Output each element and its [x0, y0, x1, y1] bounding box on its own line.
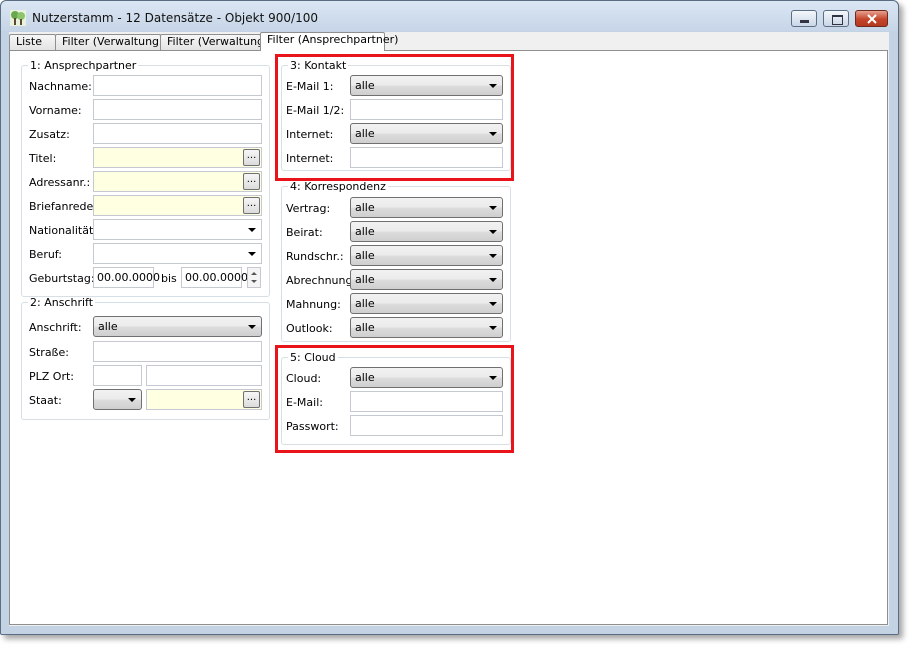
- abrechnung-label: Abrechnung:: [286, 274, 357, 287]
- ort-input[interactable]: [146, 365, 262, 386]
- chevron-down-icon: [248, 228, 256, 232]
- titel-label: Titel:: [29, 152, 57, 165]
- beruf-select[interactable]: [93, 243, 262, 264]
- adressanr-input[interactable]: [93, 171, 262, 192]
- mahnung-select[interactable]: alle: [350, 293, 503, 314]
- spin-down-icon: [251, 280, 257, 283]
- vertrag-label: Vertrag:: [286, 202, 331, 215]
- chevron-down-icon: [489, 254, 497, 258]
- anschrift-value: alle: [98, 320, 118, 333]
- group-ansprechpartner-legend: 1: Ansprechpartner: [30, 59, 137, 72]
- chevron-down-icon: [248, 252, 256, 256]
- rundschr-value: alle: [355, 249, 375, 262]
- mahnung-label: Mahnung:: [286, 298, 341, 311]
- rundschr-label: Rundschr.:: [286, 250, 344, 263]
- outlook-label: Outlook:: [286, 322, 333, 335]
- beruf-label: Beruf:: [29, 248, 62, 261]
- tab-liste[interactable]: Liste: [9, 34, 56, 50]
- tab-filter-verwaltung-1[interactable]: Filter (Verwaltung 1): [55, 34, 174, 50]
- app-tree-icon: [10, 10, 26, 26]
- spin-up-icon: [251, 272, 257, 275]
- adressanr-label: Adressanr.:: [29, 176, 91, 189]
- anschrift-select[interactable]: alle: [93, 316, 262, 337]
- nationalitaet-label: Nationalität:: [29, 224, 97, 237]
- strasse-input[interactable]: [93, 341, 262, 362]
- chevron-down-icon: [489, 230, 497, 234]
- chevron-down-icon: [489, 326, 497, 330]
- geburtstag-from-input[interactable]: 00.00.0000: [93, 267, 160, 288]
- nachname-input[interactable]: [93, 75, 262, 96]
- vorname-input[interactable]: [93, 99, 262, 120]
- adressanr-browse-button[interactable]: ...: [243, 173, 260, 190]
- zusatz-label: Zusatz:: [29, 128, 70, 141]
- staat-browse-button[interactable]: ...: [243, 391, 260, 408]
- chevron-down-icon: [489, 302, 497, 306]
- briefanrede-label: Briefanrede:: [29, 200, 97, 213]
- title-bar[interactable]: Nutzerstamm - 12 Datensätze - Objekt 900…: [1, 1, 898, 31]
- minimize-button[interactable]: [791, 10, 817, 27]
- mahnung-value: alle: [355, 297, 375, 310]
- close-icon: [867, 14, 877, 24]
- briefanrede-input[interactable]: [93, 195, 262, 216]
- staat-select[interactable]: [93, 389, 142, 410]
- tab-filter-verwaltung-2[interactable]: Filter (Verwaltung 2): [160, 34, 279, 50]
- staat-label: Staat:: [29, 394, 62, 407]
- titel-input[interactable]: [93, 147, 262, 168]
- maximize-icon: [832, 15, 843, 25]
- outlook-value: alle: [355, 321, 375, 334]
- geburtstag-label: Geburtstag:: [29, 272, 95, 285]
- vertrag-select[interactable]: alle: [350, 197, 503, 218]
- tab-filter-ansprechpartner[interactable]: Filter (Ansprechpartner): [260, 32, 398, 51]
- plz-ort-label: PLZ Ort:: [29, 370, 74, 383]
- minimize-icon: [800, 20, 809, 23]
- plz-input[interactable]: [93, 365, 142, 386]
- strasse-label: Straße:: [29, 346, 69, 359]
- vorname-label: Vorname:: [29, 104, 82, 117]
- highlight-cloud: [275, 345, 514, 453]
- outlook-select[interactable]: alle: [350, 317, 503, 338]
- chevron-down-icon: [248, 325, 256, 329]
- nachname-label: Nachname:: [29, 80, 92, 93]
- titel-browse-button[interactable]: ...: [243, 149, 260, 166]
- beirat-select[interactable]: alle: [350, 221, 503, 242]
- briefanrede-browse-button[interactable]: ...: [243, 197, 260, 214]
- group-anschrift-legend: 2: Anschrift: [30, 296, 94, 309]
- main-window: Nutzerstamm - 12 Datensätze - Objekt 900…: [0, 0, 899, 635]
- beirat-label: Beirat:: [286, 226, 323, 239]
- tab-panel: 1: Ansprechpartner Nachname: Vorname: Zu…: [9, 50, 888, 625]
- highlight-kontakt: [275, 54, 514, 181]
- bis-label: bis: [161, 272, 177, 285]
- geburtstag-spinner[interactable]: [247, 267, 261, 288]
- anschrift-label: Anschrift:: [29, 321, 82, 334]
- close-button[interactable]: [855, 10, 888, 27]
- rundschr-select[interactable]: alle: [350, 245, 503, 266]
- zusatz-input[interactable]: [93, 123, 262, 144]
- group-korrespondenz-legend: 4: Korrespondenz: [290, 180, 386, 193]
- chevron-down-icon: [128, 398, 136, 402]
- beirat-value: alle: [355, 225, 375, 238]
- nationalitaet-select[interactable]: [93, 219, 262, 240]
- abrechnung-select[interactable]: alle: [350, 269, 503, 290]
- geburtstag-to-input[interactable]: 00.00.0000: [181, 267, 248, 288]
- window-title: Nutzerstamm - 12 Datensätze - Objekt 900…: [32, 11, 318, 25]
- abrechnung-value: alle: [355, 273, 375, 286]
- chevron-down-icon: [489, 206, 497, 210]
- chevron-down-icon: [489, 278, 497, 282]
- client-area: Liste Filter (Verwaltung 1) Filter (Verw…: [9, 32, 889, 626]
- vertrag-value: alle: [355, 201, 375, 214]
- maximize-button[interactable]: [823, 10, 849, 27]
- tab-strip: Liste Filter (Verwaltung 1) Filter (Verw…: [9, 32, 889, 51]
